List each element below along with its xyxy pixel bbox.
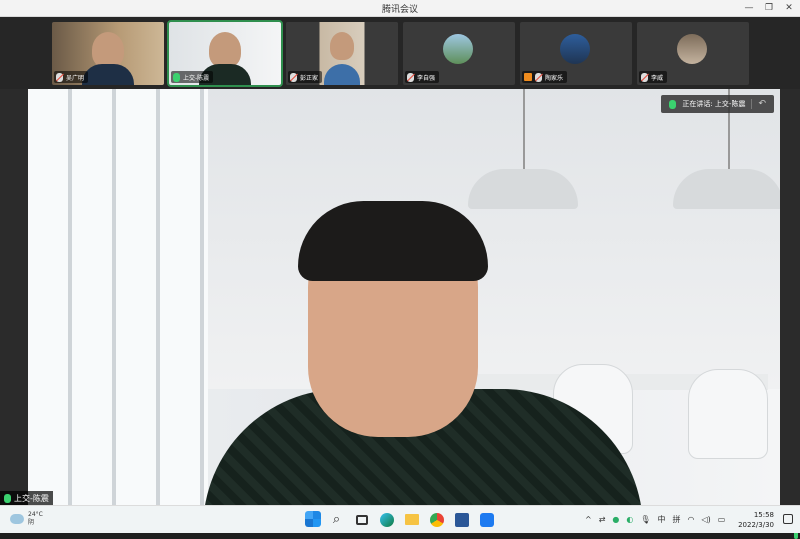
participant-tile-5[interactable]: 李威 xyxy=(637,22,749,85)
right-margin xyxy=(780,89,800,539)
speaking-banner: 正在讲话: 上交-陈震 ↶ xyxy=(661,95,774,113)
clock-date: 2022/3/30 xyxy=(738,521,774,529)
mic-on-icon xyxy=(173,72,180,82)
main-speaker-name: 上交-陈震 xyxy=(14,493,49,503)
word-icon[interactable] xyxy=(452,510,471,529)
mic-muted-icon xyxy=(641,72,648,82)
ime-mode-label[interactable]: 拼 xyxy=(673,514,681,525)
participant-name: 吴广明 xyxy=(66,74,85,82)
weather-desc: 阴 xyxy=(28,519,35,526)
collapse-icon[interactable]: ↶ xyxy=(758,99,766,109)
window-title: 腾讯会议 xyxy=(381,5,418,15)
pendant-lamp xyxy=(673,169,780,209)
mic-muted-icon xyxy=(535,72,542,82)
pendant-lamp xyxy=(468,169,578,209)
title-bar: 腾讯会议 — ❐ ✕ xyxy=(0,0,800,17)
speaker-hair xyxy=(298,201,488,281)
minimize-button[interactable]: — xyxy=(742,1,756,15)
mic-muted-icon xyxy=(56,72,63,82)
speaking-mic-icon xyxy=(669,99,677,109)
participant-tile-2[interactable]: 彭正家 xyxy=(286,22,398,85)
restore-button[interactable]: ❐ xyxy=(762,1,776,15)
chevron-up-icon[interactable]: ^ xyxy=(585,515,592,524)
participant-tile-0[interactable]: 吴广明 xyxy=(52,22,164,85)
task-view-icon[interactable] xyxy=(352,510,371,529)
participant-tile-4[interactable]: 陶家乐 xyxy=(520,22,632,85)
left-margin xyxy=(0,89,28,505)
ime-icon[interactable]: ◐ xyxy=(626,515,633,524)
avatar xyxy=(677,34,707,64)
main-video[interactable]: 正在讲话: 上交-陈震 ↶ xyxy=(28,89,780,505)
participant-name: 上交-陈震 xyxy=(183,74,210,82)
clock-time: 15:58 xyxy=(753,511,774,519)
meeting-window: 腾讯会议 — ❐ ✕ 吴广明 上交-陈震 彭正家 李自强 陶家乐 李威 正在讲话… xyxy=(0,0,800,539)
weather-temp: 24°C xyxy=(28,511,43,518)
wifi-icon[interactable]: ◠ xyxy=(688,515,695,524)
tray-app-icon[interactable]: ⇄ xyxy=(599,515,606,524)
system-tray: ^ ⇄ ● ◐ 🎙 中 拼 ◠ ◁) ▭ xyxy=(585,514,725,525)
notification-icon[interactable] xyxy=(783,514,793,524)
background-chair xyxy=(688,369,768,459)
avatar xyxy=(443,34,473,64)
mic-on-icon xyxy=(4,493,11,503)
battery-icon[interactable]: ▭ xyxy=(718,515,726,524)
mic-tray-icon[interactable]: 🎙 xyxy=(640,515,650,524)
background-wall xyxy=(208,89,780,389)
participant-tile-3[interactable]: 李自强 xyxy=(403,22,515,85)
weather-widget[interactable]: 24°C 阴 xyxy=(10,511,43,527)
participant-tile-1[interactable]: 上交-陈震 xyxy=(167,20,283,87)
wechat-icon[interactable]: ● xyxy=(612,515,619,524)
mic-muted-icon xyxy=(407,72,414,82)
avatar xyxy=(560,34,590,64)
ime-label[interactable]: 中 xyxy=(658,514,666,525)
participant-name: 彭正家 xyxy=(300,74,319,82)
host-icon xyxy=(524,73,532,81)
taskbar: 24°C 阴 ⌕ ^ ⇄ ● ◐ 🎙 中 拼 ◠ ◁) ▭ 15:58 2022… xyxy=(0,505,800,533)
main-speaker-label: 上交-陈震 xyxy=(0,491,53,505)
mic-muted-icon xyxy=(290,72,297,82)
participant-strip: 吴广明 上交-陈震 彭正家 李自强 陶家乐 李威 xyxy=(0,17,800,89)
start-icon[interactable] xyxy=(305,511,321,527)
participant-name: 陶家乐 xyxy=(545,74,564,82)
cloud-icon xyxy=(10,514,24,524)
edge-icon[interactable] xyxy=(377,510,396,529)
search-icon[interactable]: ⌕ xyxy=(327,510,346,529)
speaking-text: 正在讲话: 上交-陈震 xyxy=(682,100,746,108)
file-explorer-icon[interactable] xyxy=(402,510,421,529)
clock[interactable]: 15:58 2022/3/30 xyxy=(738,510,774,530)
tencent-meeting-icon[interactable] xyxy=(477,510,496,529)
participant-name: 李自强 xyxy=(417,74,436,82)
chrome-icon[interactable] xyxy=(427,510,446,529)
close-button[interactable]: ✕ xyxy=(782,1,796,15)
speaker-icon[interactable]: ◁) xyxy=(702,515,711,524)
background-windows xyxy=(28,89,208,505)
participant-name: 李威 xyxy=(651,74,664,82)
